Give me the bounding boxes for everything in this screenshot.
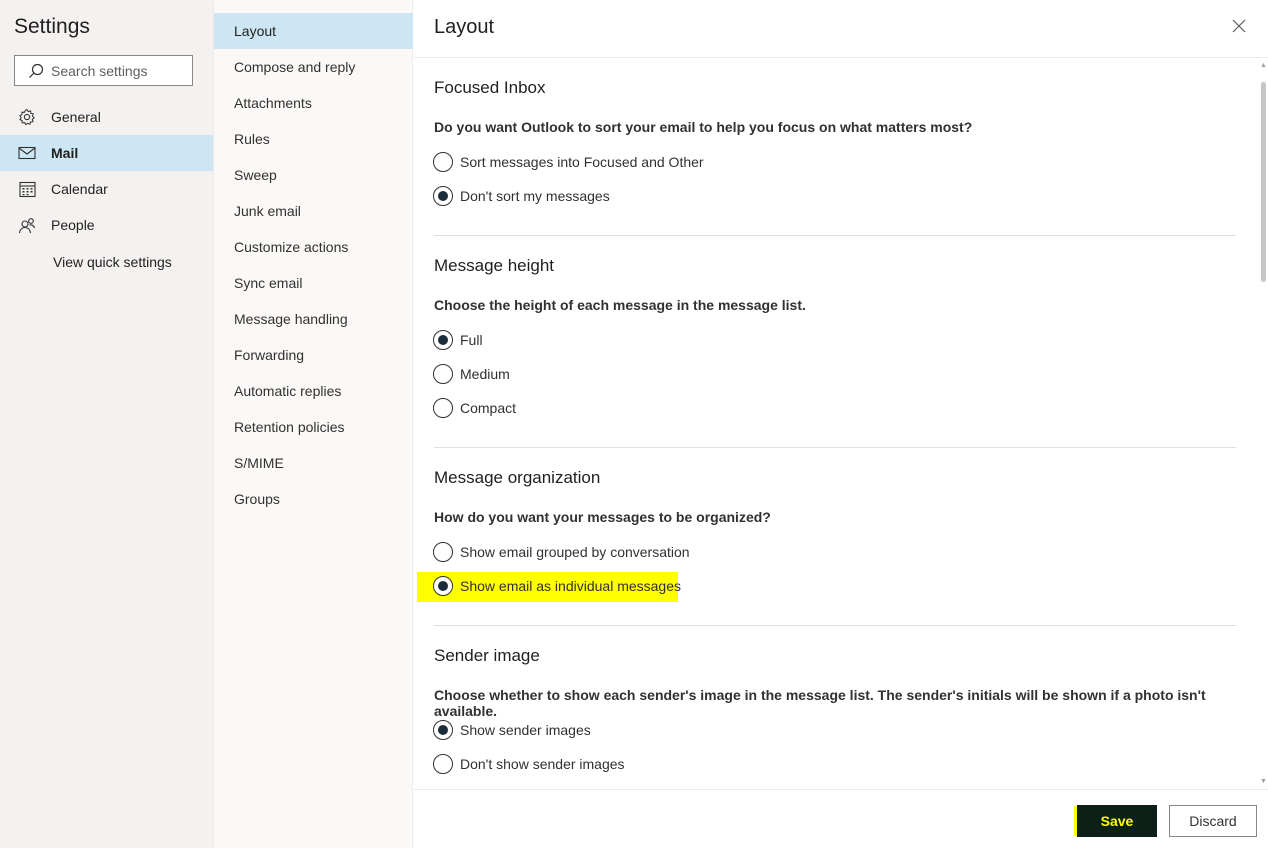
settings-title: Settings [14, 15, 90, 38]
page-title: Layout [434, 16, 495, 38]
radio-label: Show email as individual messages [460, 578, 681, 594]
section-divider [434, 447, 1236, 448]
footer-divider [414, 789, 1268, 790]
menu-item-groups[interactable]: Groups [214, 481, 413, 517]
radio-label: Don't show sender images [460, 756, 625, 772]
radio-medium[interactable]: Medium [433, 362, 510, 386]
section-title-message-organization: Message organization [434, 468, 601, 487]
menu-item-smime[interactable]: S/MIME [214, 445, 413, 481]
radio-label: Sort messages into Focused and Other [460, 154, 704, 170]
scrollbar-thumb[interactable] [1261, 82, 1266, 282]
radio-circle-selected [433, 186, 453, 206]
radio-dont-sort[interactable]: Don't sort my messages [433, 184, 610, 208]
radio-circle [433, 754, 453, 774]
nav-item-general[interactable]: General [0, 99, 213, 135]
menu-item-rules[interactable]: Rules [214, 121, 413, 157]
nav-item-label: General [51, 109, 101, 125]
menu-item-attachments[interactable]: Attachments [214, 85, 413, 121]
radio-full[interactable]: Full [433, 328, 483, 352]
discard-button[interactable]: Discard [1169, 805, 1257, 837]
nav-item-label: Mail [51, 145, 79, 161]
radio-dont-show-sender-images[interactable]: Don't show sender images [433, 752, 625, 776]
radio-circle [433, 364, 453, 384]
radio-circle [433, 542, 453, 562]
radio-label: Compact [460, 400, 517, 416]
view-quick-settings-link[interactable]: View quick settings [53, 254, 172, 270]
radio-label: Show sender images [460, 722, 591, 738]
radio-circle-selected [433, 720, 453, 740]
search-input[interactable] [51, 56, 189, 85]
section-divider [434, 625, 1236, 626]
menu-item-automatic-replies[interactable]: Automatic replies [214, 373, 413, 409]
radio-individual-messages[interactable]: Show email as individual messages [433, 574, 681, 598]
menu-item-customize-actions[interactable]: Customize actions [214, 229, 413, 265]
close-icon[interactable] [1229, 16, 1249, 36]
radio-show-sender-images[interactable]: Show sender images [433, 718, 591, 742]
section-title-message-height: Message height [434, 256, 555, 275]
nav-item-people[interactable]: People [0, 207, 213, 243]
radio-compact[interactable]: Compact [433, 396, 516, 420]
menu-item-retention-policies[interactable]: Retention policies [214, 409, 413, 445]
radio-label: Don't sort my messages [460, 188, 610, 204]
radio-grouped-by-conversation[interactable]: Show email grouped by conversation [433, 540, 690, 564]
menu-item-sweep[interactable]: Sweep [214, 157, 413, 193]
message-organization-question: How do you want your messages to be orga… [434, 509, 771, 525]
radio-label: Full [460, 332, 483, 348]
focused-inbox-question: Do you want Outlook to sort your email t… [434, 119, 973, 135]
scrollbar[interactable]: ▲ ▼ [1259, 62, 1268, 785]
calendar-icon [17, 179, 37, 199]
settings-nav-panel: Settings General Mail [0, 0, 213, 848]
section-title-sender-image: Sender image [434, 646, 540, 665]
scroll-up-icon[interactable]: ▲ [1260, 62, 1267, 69]
menu-item-sync-email[interactable]: Sync email [214, 265, 413, 301]
layout-settings-pane: Layout Focused Inbox Do you want Outlook… [414, 0, 1268, 848]
nav-item-label: Calendar [51, 181, 108, 197]
radio-label: Medium [460, 366, 510, 382]
people-icon [17, 215, 37, 235]
gear-icon [17, 107, 37, 127]
mail-settings-menu: Layout Compose and reply Attachments Rul… [213, 0, 413, 848]
search-icon [29, 63, 44, 78]
sender-image-question: Choose whether to show each sender's ima… [434, 687, 1206, 719]
radio-circle [433, 152, 453, 172]
menu-item-junk-email[interactable]: Junk email [214, 193, 413, 229]
menu-item-forwarding[interactable]: Forwarding [214, 337, 413, 373]
header-divider [414, 57, 1268, 58]
message-height-question: Choose the height of each message in the… [434, 297, 806, 313]
scroll-down-icon[interactable]: ▼ [1260, 778, 1267, 785]
radio-circle [433, 398, 453, 418]
section-title-focused-inbox: Focused Inbox [434, 78, 546, 97]
menu-item-message-handling[interactable]: Message handling [214, 301, 413, 337]
menu-item-layout[interactable]: Layout [214, 13, 413, 49]
save-button[interactable]: Save [1077, 805, 1157, 837]
menu-item-compose-and-reply[interactable]: Compose and reply [214, 49, 413, 85]
radio-label: Show email grouped by conversation [460, 544, 690, 560]
radio-circle-selected [433, 330, 453, 350]
nav-item-calendar[interactable]: Calendar [0, 171, 213, 207]
radio-sort-focused-other[interactable]: Sort messages into Focused and Other [433, 150, 704, 174]
search-box[interactable] [14, 55, 193, 86]
section-divider [434, 235, 1236, 236]
nav-item-label: People [51, 217, 95, 233]
nav-item-mail[interactable]: Mail [0, 135, 213, 171]
radio-circle-selected [433, 576, 453, 596]
mail-icon [17, 143, 37, 163]
